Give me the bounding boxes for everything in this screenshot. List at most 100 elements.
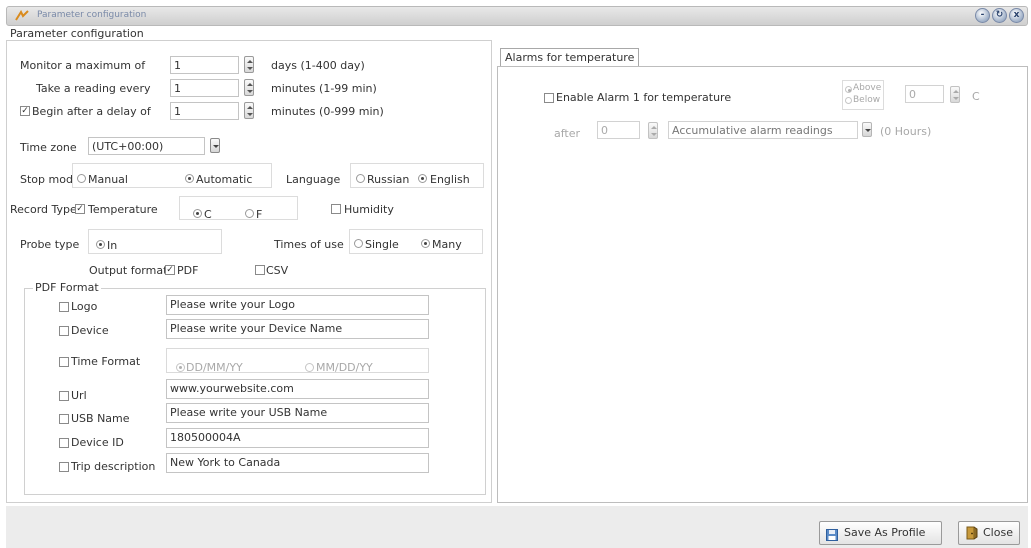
window-titlebar: Parameter configuration - ↻ x bbox=[6, 6, 1028, 26]
unit-c-radio[interactable] bbox=[193, 209, 202, 218]
alarm-hours-label: (0 Hours) bbox=[880, 125, 932, 138]
window-title: Parameter configuration bbox=[37, 10, 147, 20]
below-label: Below bbox=[853, 95, 881, 105]
stop-automatic-radio[interactable] bbox=[185, 174, 194, 183]
output-format-label: Output format bbox=[89, 264, 168, 277]
trip-description-input[interactable]: New York to Canada bbox=[166, 453, 429, 473]
device-id-checkbox[interactable] bbox=[59, 438, 69, 448]
url-label: Url bbox=[71, 389, 87, 402]
reading-stepper[interactable] bbox=[244, 79, 254, 96]
save-as-profile-button[interactable]: Save As Profile bbox=[819, 521, 942, 545]
humidity-label: Humidity bbox=[344, 203, 394, 216]
device-input[interactable]: Please write your Device Name bbox=[166, 319, 429, 339]
alarm-mode-select[interactable]: Accumulative alarm readings bbox=[668, 121, 858, 139]
minimize-icon[interactable]: - bbox=[975, 8, 990, 23]
save-as-profile-label: Save As Profile bbox=[844, 526, 926, 539]
stop-manual-label: Manual bbox=[88, 173, 128, 186]
alarm-threshold-input[interactable]: 0 bbox=[905, 85, 944, 103]
above-label: Above bbox=[853, 83, 882, 93]
enable-alarm-label: Enable Alarm 1 for temperature bbox=[556, 91, 732, 104]
temperature-label: Temperature bbox=[88, 203, 158, 216]
delay-input[interactable]: 1 bbox=[170, 102, 239, 120]
unit-c-label: C bbox=[204, 208, 212, 221]
logo-label: Logo bbox=[71, 300, 98, 313]
times-of-use-label: Times of use bbox=[274, 238, 344, 251]
timezone-label: Time zone bbox=[20, 141, 77, 154]
language-english-radio[interactable] bbox=[418, 174, 427, 183]
device-id-label: Device ID bbox=[71, 436, 124, 449]
unit-f-radio[interactable] bbox=[245, 209, 254, 218]
language-english-label: English bbox=[430, 173, 470, 186]
app-icon bbox=[15, 9, 29, 21]
timezone-select[interactable]: (UTC+00:00) bbox=[88, 137, 205, 155]
tab-alarms-temperature[interactable]: Alarms for temperature bbox=[500, 48, 640, 66]
probe-in-label: In bbox=[107, 239, 118, 252]
logo-checkbox[interactable] bbox=[59, 302, 69, 312]
pdf-label: PDF bbox=[177, 264, 199, 277]
probe-in-radio[interactable] bbox=[96, 240, 105, 249]
language-russian-radio[interactable] bbox=[356, 174, 365, 183]
delay-checkbox[interactable]: ✓ bbox=[20, 106, 30, 116]
chevron-down-icon[interactable] bbox=[210, 138, 220, 153]
enable-alarm-checkbox[interactable] bbox=[544, 93, 554, 103]
stop-automatic-label: Automatic bbox=[196, 173, 253, 186]
device-label: Device bbox=[71, 324, 109, 337]
reading-input[interactable]: 1 bbox=[170, 79, 239, 97]
times-single-radio[interactable] bbox=[354, 239, 363, 248]
device-id-input[interactable]: 180500004A bbox=[166, 428, 429, 448]
language-russian-label: Russian bbox=[367, 173, 410, 186]
restore-icon[interactable]: ↻ bbox=[992, 8, 1007, 23]
reading-unit: minutes (1-99 min) bbox=[271, 82, 377, 95]
csv-label: CSV bbox=[266, 264, 289, 277]
chevron-down-icon[interactable] bbox=[862, 122, 872, 137]
time-format-checkbox[interactable] bbox=[59, 357, 69, 367]
alarm-unit-label: C bbox=[972, 90, 980, 103]
usb-name-input[interactable]: Please write your USB Name bbox=[166, 403, 429, 423]
exit-door-icon bbox=[966, 526, 978, 540]
close-label: Close bbox=[983, 526, 1013, 539]
delay-label: Begin after a delay of bbox=[32, 105, 151, 118]
delay-unit: minutes (0-999 min) bbox=[271, 105, 384, 118]
logo-input[interactable]: Please write your Logo bbox=[166, 295, 429, 315]
unit-f-label: F bbox=[256, 208, 263, 221]
monitor-stepper[interactable] bbox=[244, 56, 254, 73]
times-many-radio[interactable] bbox=[421, 239, 430, 248]
monitor-label: Monitor a maximum of bbox=[20, 59, 146, 72]
time-format-ddmmyy-label: DD/MM/YY bbox=[186, 361, 243, 374]
below-radio[interactable] bbox=[845, 97, 852, 104]
monitor-input[interactable]: 1 bbox=[170, 56, 239, 74]
time-format-ddmmyy-radio[interactable] bbox=[176, 363, 185, 372]
trip-description-checkbox[interactable] bbox=[59, 462, 69, 472]
device-checkbox[interactable] bbox=[59, 326, 69, 336]
time-format-mmddyy-radio[interactable] bbox=[305, 363, 314, 372]
temperature-checkbox[interactable]: ✓ bbox=[75, 204, 85, 214]
page-title: Parameter configuration bbox=[10, 27, 144, 40]
pdf-checkbox[interactable]: ✓ bbox=[165, 265, 175, 275]
times-many-label: Many bbox=[432, 238, 462, 251]
csv-checkbox[interactable] bbox=[255, 265, 265, 275]
save-icon bbox=[826, 527, 838, 541]
above-radio[interactable] bbox=[845, 86, 852, 93]
url-checkbox[interactable] bbox=[59, 391, 69, 401]
close-icon[interactable]: x bbox=[1009, 8, 1024, 23]
delay-stepper[interactable] bbox=[244, 102, 254, 119]
trip-description-label: Trip description bbox=[71, 460, 156, 473]
humidity-checkbox[interactable] bbox=[331, 204, 341, 214]
monitor-unit: days (1-400 day) bbox=[271, 59, 365, 72]
times-single-label: Single bbox=[365, 238, 399, 251]
after-stepper[interactable] bbox=[648, 122, 658, 139]
close-button[interactable]: Close bbox=[958, 521, 1020, 545]
stop-mode-label: Stop mode bbox=[20, 173, 80, 186]
usb-name-label: USB Name bbox=[71, 412, 130, 425]
usb-name-checkbox[interactable] bbox=[59, 414, 69, 424]
after-label: after bbox=[554, 127, 581, 140]
stop-manual-radio[interactable] bbox=[77, 174, 86, 183]
alarm-threshold-stepper[interactable] bbox=[950, 86, 960, 103]
pdf-format-legend: PDF Format bbox=[33, 281, 101, 294]
probe-type-label: Probe type bbox=[20, 238, 80, 251]
record-type-label: Record Type bbox=[10, 203, 77, 216]
reading-label: Take a reading every bbox=[36, 82, 151, 95]
language-label: Language bbox=[286, 173, 341, 186]
after-input[interactable]: 0 bbox=[597, 121, 640, 139]
url-input[interactable]: www.yourwebsite.com bbox=[166, 379, 429, 399]
